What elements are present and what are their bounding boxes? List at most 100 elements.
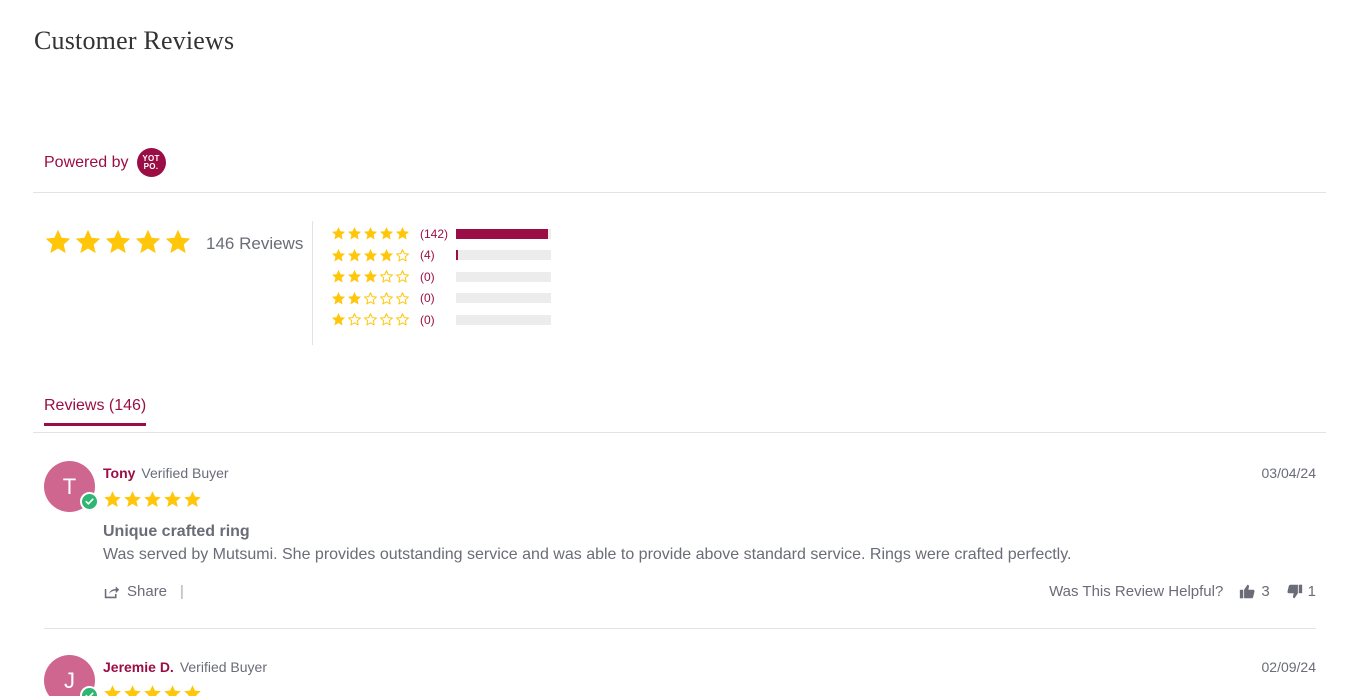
rating-row-stars [331, 226, 414, 241]
rating-row-bar [456, 314, 551, 325]
star-filled-icon [347, 248, 362, 263]
star-filled-icon [331, 226, 346, 241]
star-filled-icon [395, 226, 410, 241]
star-empty-icon [379, 312, 394, 327]
reviewer-info: Tony Verified Buyer [103, 465, 229, 481]
review-rating-stars [103, 490, 202, 509]
vote-down-count: 1 [1307, 583, 1316, 600]
star-empty-icon [363, 291, 378, 306]
rating-row-bar [456, 228, 551, 239]
rating-row-bar [456, 293, 551, 304]
star-filled-icon [134, 228, 162, 256]
vote-down-button[interactable]: 1 [1286, 583, 1316, 600]
reviewer-name[interactable]: Tony [103, 465, 135, 481]
page-title: Customer Reviews [34, 26, 235, 55]
rating-row-stars [331, 248, 414, 263]
rating-row-count: (0) [420, 291, 435, 306]
rating-row-2-stars[interactable]: (0) [331, 288, 551, 310]
average-rating-stars [44, 228, 192, 256]
powered-by: Powered by YOT PO. [44, 148, 166, 177]
vote-up-button[interactable]: 3 [1239, 583, 1270, 600]
rating-row-5-stars[interactable]: (142) [331, 223, 551, 245]
share-label: Share [127, 583, 168, 600]
rating-row-stars [331, 312, 414, 327]
star-empty-icon [395, 291, 410, 306]
review-title: Unique crafted ring [103, 523, 250, 540]
share-icon [104, 586, 120, 599]
star-filled-icon [44, 228, 72, 256]
review-rating-stars [103, 684, 202, 696]
rating-row-stars [331, 291, 414, 306]
reviewer-name[interactable]: Jeremie D. [103, 659, 174, 675]
yotpo-logo-icon[interactable]: YOT PO. [136, 148, 166, 177]
star-filled-icon [104, 228, 132, 256]
star-empty-icon [379, 269, 394, 284]
star-empty-icon [347, 312, 362, 327]
star-filled-icon [363, 269, 378, 284]
rating-row-bar-fill [456, 250, 459, 261]
star-empty-icon [395, 248, 410, 263]
star-filled-icon [164, 228, 192, 256]
star-filled-icon [379, 226, 394, 241]
powered-by-label: Powered by [44, 153, 129, 171]
star-filled-icon [331, 312, 346, 327]
review-body: Was served by Mutsumi. She provides outs… [103, 546, 1072, 563]
star-filled-icon [103, 490, 122, 509]
star-filled-icon [143, 490, 162, 509]
header-divider [33, 192, 1326, 193]
thumbs-down-icon [1287, 584, 1302, 599]
star-filled-icon [347, 269, 362, 284]
star-filled-icon [363, 226, 378, 241]
rating-row-bar [456, 271, 551, 282]
star-filled-icon [363, 248, 378, 263]
star-empty-icon [379, 291, 394, 306]
star-filled-icon [183, 684, 202, 696]
review-date: 03/04/24 [1261, 465, 1317, 481]
rating-row-bar-fill [456, 228, 549, 239]
rating-row-1-stars[interactable]: (0) [331, 309, 551, 331]
star-filled-icon [379, 248, 394, 263]
rating-row-count: (0) [420, 269, 435, 284]
star-filled-icon [103, 684, 122, 696]
star-empty-icon [395, 312, 410, 327]
verified-buyer-label: Verified Buyer [141, 465, 229, 481]
review-divider [44, 628, 1316, 629]
star-filled-icon [347, 291, 362, 306]
verified-check-icon [80, 492, 99, 511]
summary-divider [312, 221, 313, 345]
tab-reviews[interactable]: Reviews (146) [44, 397, 147, 426]
verified-buyer-label: Verified Buyer [179, 659, 267, 675]
star-filled-icon [163, 684, 182, 696]
star-empty-icon [363, 312, 378, 327]
star-filled-icon [331, 248, 346, 263]
reviewer-info: Jeremie D. Verified Buyer [103, 659, 267, 675]
share-button[interactable]: Share | [103, 583, 184, 600]
rating-row-4-stars[interactable]: (4) [331, 245, 551, 267]
star-filled-icon [143, 684, 162, 696]
rating-row-stars [331, 269, 414, 284]
footer-separator: | [180, 583, 184, 600]
star-filled-icon [183, 490, 202, 509]
review-date: 02/09/24 [1261, 659, 1317, 675]
rating-row-count: (142) [420, 226, 449, 241]
helpful-votes: Was This Review Helpful? 3 1 [1049, 583, 1316, 600]
star-filled-icon [331, 291, 346, 306]
star-filled-icon [163, 490, 182, 509]
rating-row-3-stars[interactable]: (0) [331, 266, 551, 288]
tabs-divider [33, 432, 1326, 433]
rating-distribution: (142) (4) (0) (0) (0) [331, 223, 551, 331]
star-filled-icon [347, 226, 362, 241]
star-filled-icon [123, 490, 142, 509]
verified-check-icon [80, 686, 99, 696]
total-reviews-count[interactable]: 146 Reviews [206, 234, 303, 254]
star-empty-icon [395, 269, 410, 284]
helpful-question: Was This Review Helpful? [1049, 583, 1224, 600]
thumbs-up-icon [1240, 584, 1255, 599]
rating-row-bar [456, 250, 551, 261]
star-filled-icon [74, 228, 102, 256]
vote-up-count: 3 [1261, 583, 1270, 600]
rating-row-count: (0) [420, 312, 435, 327]
rating-row-count: (4) [420, 248, 435, 263]
star-filled-icon [123, 684, 142, 696]
star-filled-icon [331, 269, 346, 284]
